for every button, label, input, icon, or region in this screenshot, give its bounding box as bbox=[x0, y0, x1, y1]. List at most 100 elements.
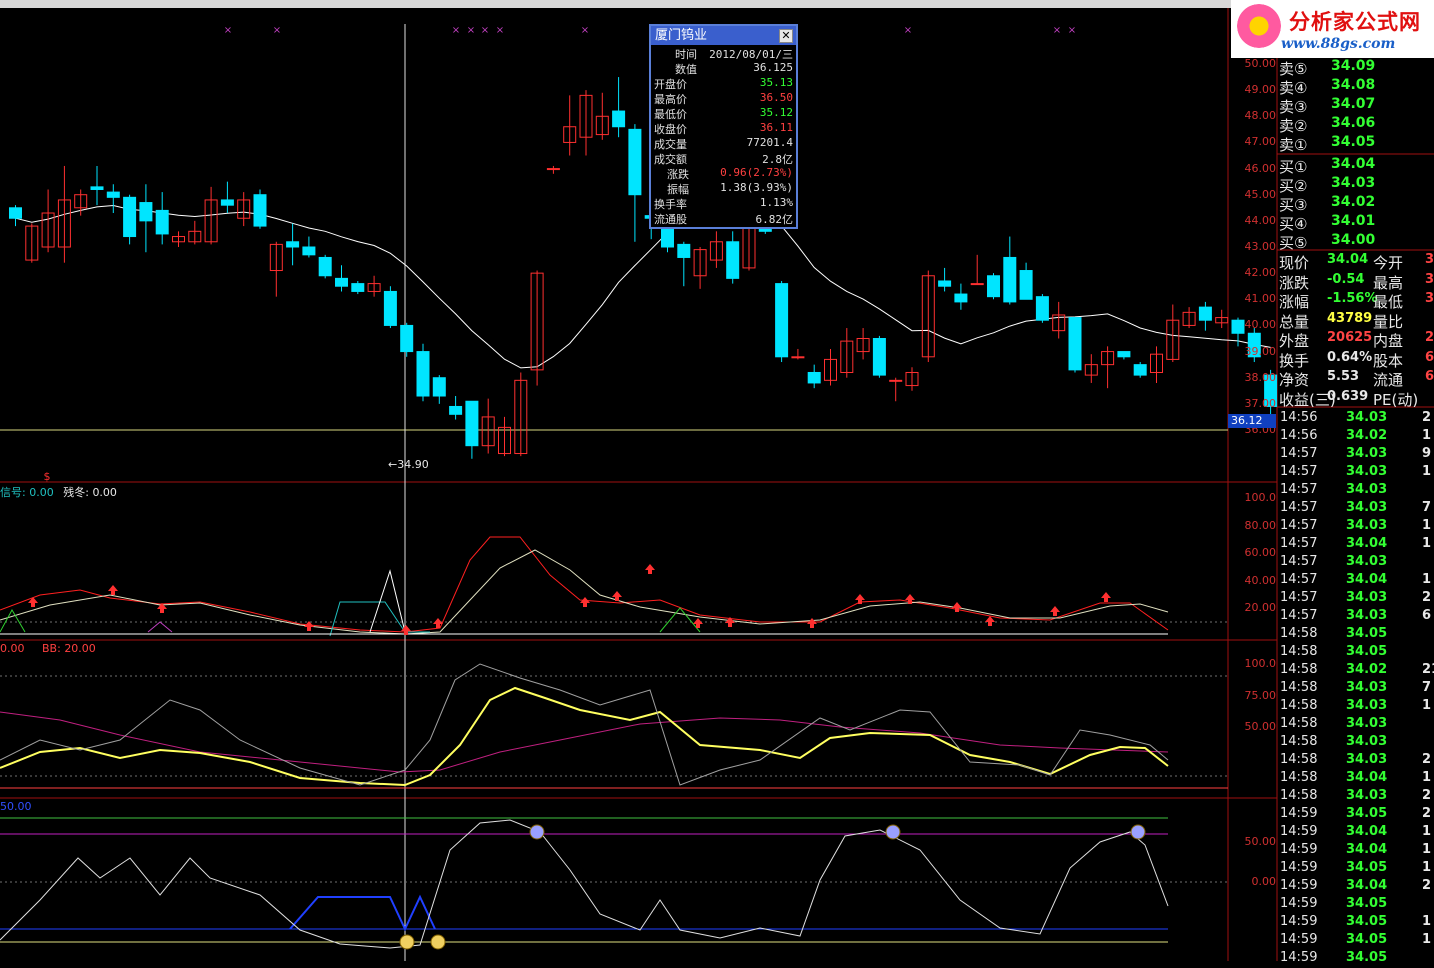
popup-row: 开盘价 35.13 bbox=[651, 75, 796, 91]
candle-body bbox=[383, 290, 397, 326]
smiley-icon bbox=[399, 934, 415, 950]
tick-row[interactable]: 14:59 34.05 1 bbox=[1279, 914, 1434, 932]
tick-price: 34.03 bbox=[1346, 752, 1388, 767]
popup-titlebar[interactable]: 厦门钨业 ✕ bbox=[651, 26, 796, 45]
indicator-tick-label: 80.00 bbox=[1244, 518, 1277, 532]
stat-value: 43789 bbox=[1327, 310, 1373, 326]
tick-row[interactable]: 14:57 34.03 7 bbox=[1279, 500, 1434, 518]
price-tick-label: 38.00 bbox=[1244, 370, 1277, 384]
stat-label2: 今开 bbox=[1373, 254, 1404, 272]
tick-row[interactable]: 14:58 34.04 1 bbox=[1279, 770, 1434, 788]
price-tick-label: 39.00 bbox=[1244, 344, 1277, 358]
tick-row[interactable]: 14:58 34.05 bbox=[1279, 644, 1434, 662]
tick-row[interactable]: 14:57 34.03 1 bbox=[1279, 464, 1434, 482]
stat-label2: 最低 bbox=[1373, 293, 1404, 311]
tick-row[interactable]: 14:57 34.03 bbox=[1279, 482, 1434, 500]
tick-row[interactable]: 14:56 34.02 1 bbox=[1279, 428, 1434, 446]
tick-price: 34.05 bbox=[1346, 932, 1388, 947]
popup-row: 最低价 35.12 bbox=[651, 105, 796, 121]
sad-face-icon bbox=[885, 824, 901, 840]
tick-row[interactable]: 14:59 34.05 1 bbox=[1279, 932, 1434, 950]
stat-row: 换手 0.64%股本 6.8 bbox=[1279, 350, 1434, 370]
tick-price: 34.04 bbox=[1346, 770, 1388, 785]
tick-row[interactable]: 14:58 34.03 2 bbox=[1279, 788, 1434, 806]
tick-row[interactable]: 14:58 34.03 7 bbox=[1279, 680, 1434, 698]
buy-arrow-icon bbox=[108, 585, 118, 595]
order-book-price: 34.06 bbox=[1331, 115, 1376, 131]
tick-row[interactable]: 14:59 34.04 1 bbox=[1279, 824, 1434, 842]
tick-time: 14:57 bbox=[1280, 590, 1318, 605]
tick-row[interactable]: 14:59 34.04 1 bbox=[1279, 842, 1434, 860]
tick-row[interactable]: 14:57 34.04 1 bbox=[1279, 572, 1434, 590]
candle-body bbox=[416, 351, 430, 397]
close-icon[interactable]: ✕ bbox=[779, 29, 793, 43]
tick-row[interactable]: 14:59 34.05 bbox=[1279, 950, 1434, 968]
tick-row[interactable]: 14:58 34.03 bbox=[1279, 716, 1434, 734]
indicator-tick-label: 40.00 bbox=[1244, 573, 1277, 587]
tick-row[interactable]: 14:56 34.03 2 bbox=[1279, 410, 1434, 428]
ind2-bb-label: BB: bbox=[42, 642, 61, 655]
tick-price: 34.03 bbox=[1346, 734, 1388, 749]
stat-label2: 量比 bbox=[1373, 312, 1404, 331]
tick-volume: 1 bbox=[1422, 572, 1432, 587]
tick-row[interactable]: 14:57 34.03 9 bbox=[1279, 446, 1434, 464]
stat-value2: 3 bbox=[1425, 252, 1434, 267]
tick-row[interactable]: 14:58 34.02 21 bbox=[1279, 662, 1434, 680]
tick-price: 34.03 bbox=[1346, 590, 1388, 605]
tick-row[interactable]: 14:59 34.04 2 bbox=[1279, 878, 1434, 896]
popup-row-label: 流通股 bbox=[654, 213, 687, 226]
indicator-tick-label: 50.00 bbox=[1244, 835, 1277, 848]
tick-volume: 1 bbox=[1422, 536, 1432, 551]
data-popup[interactable]: 厦门钨业 ✕ 时间 2012/08/01/三 数值 36.125 开盘价 35.13 最高价… bbox=[649, 24, 798, 229]
order-book-row: 卖⑤ 34.09 bbox=[1279, 58, 1434, 78]
tick-time: 14:59 bbox=[1280, 824, 1318, 839]
tick-price: 34.02 bbox=[1346, 428, 1388, 443]
tick-row[interactable]: 14:58 34.03 1 bbox=[1279, 698, 1434, 716]
tick-row[interactable]: 14:59 34.05 2 bbox=[1279, 806, 1434, 824]
tick-row[interactable]: 14:57 34.04 1 bbox=[1279, 536, 1434, 554]
order-book-row: 买① 34.04 bbox=[1279, 156, 1434, 176]
candle-body bbox=[220, 199, 234, 206]
candle-body bbox=[1035, 296, 1049, 321]
tick-row[interactable]: 14:58 34.03 bbox=[1279, 734, 1434, 752]
stat-label2: 内盘 bbox=[1373, 332, 1404, 350]
tick-price: 34.03 bbox=[1346, 410, 1388, 425]
tick-row[interactable]: 14:57 34.03 6 bbox=[1279, 608, 1434, 626]
order-book-row: 卖③ 34.07 bbox=[1279, 96, 1434, 116]
stat-row: 外盘 20625内盘 23 bbox=[1279, 330, 1434, 350]
price-tick-label: 42.00 bbox=[1244, 266, 1277, 280]
candle-body bbox=[123, 196, 137, 238]
tick-price: 34.04 bbox=[1346, 878, 1388, 893]
tick-row[interactable]: 14:57 34.03 bbox=[1279, 554, 1434, 572]
tick-row[interactable]: 14:58 34.03 2 bbox=[1279, 752, 1434, 770]
tick-price: 34.03 bbox=[1346, 446, 1388, 461]
popup-row: 收盘价 36.11 bbox=[651, 120, 796, 136]
tick-time: 14:58 bbox=[1280, 662, 1318, 677]
site-logo[interactable]: 分析家公式网 www.88gs.com bbox=[1231, 0, 1434, 58]
stat-row: 总量 43789 量比 bbox=[1279, 310, 1434, 331]
tick-volume: 2 bbox=[1422, 806, 1432, 821]
tick-volume: 1 bbox=[1422, 698, 1432, 713]
order-book-row: 卖② 34.06 bbox=[1279, 115, 1434, 135]
order-book-price: 34.02 bbox=[1331, 194, 1376, 210]
tick-time: 14:58 bbox=[1280, 716, 1318, 731]
candle-body bbox=[775, 283, 789, 358]
popup-row: 换手率 1.13% bbox=[651, 195, 796, 211]
signal-x-marker: × bbox=[1068, 25, 1076, 36]
candle-body bbox=[1019, 270, 1033, 300]
tick-time: 14:58 bbox=[1280, 734, 1318, 749]
tick-row[interactable]: 14:59 34.05 bbox=[1279, 896, 1434, 914]
buy-arrow-icon bbox=[807, 618, 817, 628]
popup-row: 流通股 6.82亿 bbox=[651, 210, 796, 226]
candle-body bbox=[791, 356, 805, 359]
tick-row[interactable]: 14:58 34.05 bbox=[1279, 626, 1434, 644]
tick-row[interactable]: 14:59 34.05 1 bbox=[1279, 860, 1434, 878]
tick-time: 14:57 bbox=[1280, 464, 1318, 479]
buy-arrow-icon bbox=[1101, 592, 1111, 602]
signal-x-marker: × bbox=[481, 25, 489, 36]
tick-row[interactable]: 14:57 34.03 2 bbox=[1279, 590, 1434, 608]
tick-price: 34.05 bbox=[1346, 896, 1388, 911]
tick-row[interactable]: 14:57 34.03 1 bbox=[1279, 518, 1434, 536]
popup-row: 涨跌 0.96(2.73%) bbox=[651, 165, 796, 181]
candle-body bbox=[889, 379, 903, 382]
